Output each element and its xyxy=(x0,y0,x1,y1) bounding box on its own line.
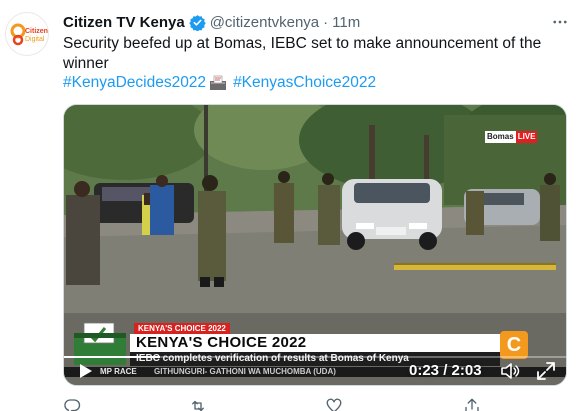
share-icon[interactable] xyxy=(463,398,481,411)
ticker-text: GITHUNGURI- GATHONI WA MUCHOMBA (UDA) xyxy=(154,367,336,376)
separator-dot: · xyxy=(323,13,329,31)
avatar-text-1: Citizen xyxy=(25,28,48,35)
like-icon[interactable] xyxy=(325,398,343,411)
live-badge: Bomas LIVE xyxy=(485,131,538,143)
avatar-text-2: Digital xyxy=(25,36,45,43)
play-icon[interactable] xyxy=(76,361,96,381)
timestamp[interactable]: 11m xyxy=(332,14,360,31)
video-progress-bar[interactable] xyxy=(64,356,566,358)
handle[interactable]: @citizentvkenya xyxy=(210,14,319,31)
video-progress-fill xyxy=(64,356,160,358)
news-ticker: MP RACE GITHUNGURI- GATHONI WA MUCHOMBA … xyxy=(64,367,566,377)
reply-icon[interactable] xyxy=(63,398,81,411)
more-horizontal-icon[interactable] xyxy=(548,10,572,34)
hashtag-row: #KenyaDecides2022 #KenyasChoice2022 xyxy=(63,73,376,93)
volume-icon[interactable] xyxy=(500,361,520,381)
hashtag-link[interactable]: #KenyaDecides2022 xyxy=(63,73,206,93)
tweet-header: Citizen TV Kenya @citizentvkenya · 11m xyxy=(63,12,360,32)
live-badge-live: LIVE xyxy=(515,131,538,143)
live-badge-location: Bomas xyxy=(485,131,516,143)
verified-badge-icon xyxy=(188,14,206,31)
video-time-readout: 0:23 / 2:03 xyxy=(409,362,482,379)
video-player[interactable]: Bomas LIVE KENYA'S CHOICE 2022 KENYA'S C… xyxy=(63,104,567,386)
lower-third-title: KENYA'S CHOICE 2022 xyxy=(130,334,500,352)
retweet-icon[interactable] xyxy=(189,398,207,411)
ticker-label: MP RACE xyxy=(100,367,137,376)
tweet-action-bar xyxy=(63,398,543,411)
tweet[interactable]: Citizen Digital Citizen TV Kenya @citize… xyxy=(0,0,578,411)
display-name[interactable]: Citizen TV Kenya xyxy=(63,14,185,31)
avatar[interactable]: Citizen Digital xyxy=(5,12,49,56)
hashtag-link[interactable]: #KenyasChoice2022 xyxy=(233,73,376,93)
tweet-text: Security beefed up at Bomas, IEBC set to… xyxy=(63,35,542,72)
ballot-box-logo xyxy=(74,322,126,365)
citizen-tv-logo-icon: C xyxy=(500,331,528,359)
fullscreen-icon[interactable] xyxy=(536,361,556,381)
ballot-box-icon xyxy=(209,75,227,91)
lower-third-tag: KENYA'S CHOICE 2022 xyxy=(134,323,230,334)
